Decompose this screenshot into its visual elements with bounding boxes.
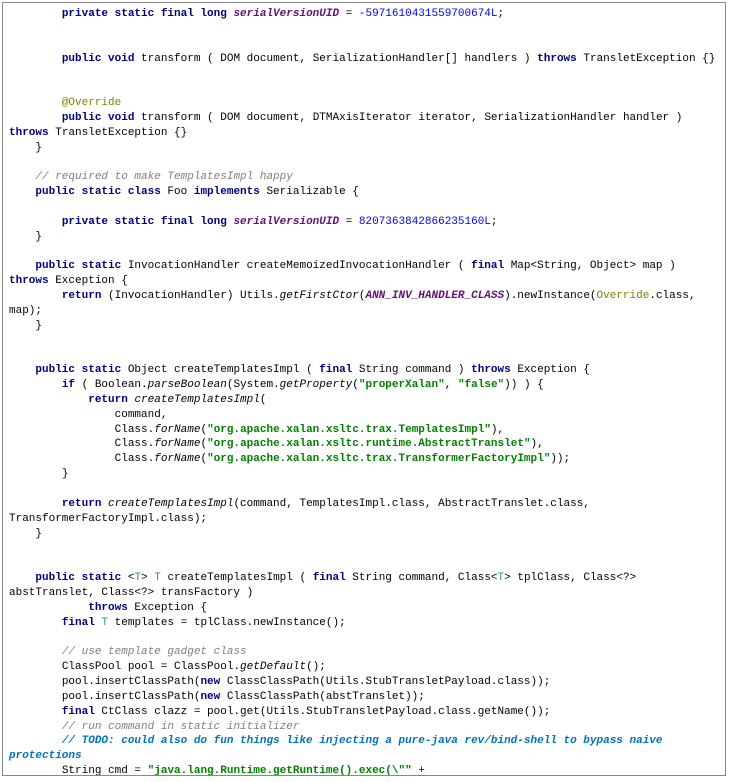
code-panel: private static final long serialVersionU… [2,2,726,776]
kw: private static final long [62,8,227,20]
comment: // required to make TemplatesImpl happy [9,171,293,183]
field: serialVersionUID [233,8,339,20]
todo-comment: // TODO: could also do fun things like i… [9,735,669,762]
annotation: @Override [62,97,121,109]
code-block: private static final long serialVersionU… [9,7,719,776]
num: -5971610431559700674L [359,8,498,20]
